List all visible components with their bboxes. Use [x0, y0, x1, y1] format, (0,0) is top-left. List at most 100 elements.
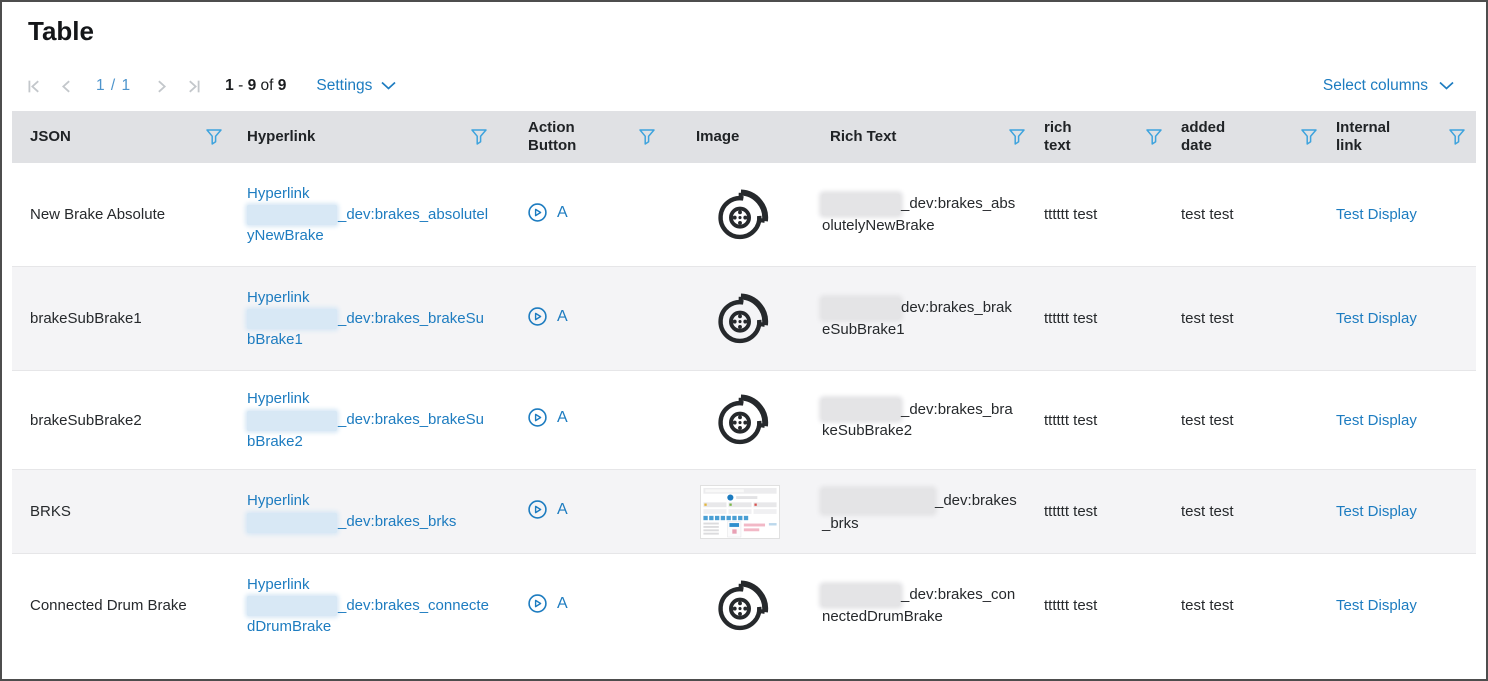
- hyperlink-cell: Hyperlink _dev:brakes_brks: [237, 490, 502, 532]
- rich-text-cell: dev:brakes_brakeSubBrake1: [810, 297, 1040, 340]
- image-cell: [670, 575, 810, 637]
- added-date-cell: test test: [1177, 204, 1332, 225]
- page-title: Table: [28, 16, 1486, 47]
- redacted-text: [822, 298, 900, 319]
- json-cell: brakeSubBrake2: [12, 410, 237, 431]
- column-header-rich-text-2: rich text: [1040, 111, 1177, 163]
- image-cell: [670, 288, 810, 350]
- column-header-image: Image: [670, 111, 810, 163]
- filter-icon[interactable]: [1448, 128, 1466, 146]
- table-toolbar: 1 / 1 1 - 9 of 9 Settings Select columns: [18, 75, 1462, 97]
- hyperlink-link[interactable]: Hyperlink _dev:brakes_brks: [247, 490, 492, 532]
- internal-link[interactable]: Test Display: [1336, 597, 1417, 614]
- screenshot-thumbnail-image: [700, 485, 780, 539]
- internal-link[interactable]: Test Display: [1336, 412, 1417, 429]
- action-button-cell: A: [502, 306, 670, 332]
- filter-icon[interactable]: [1300, 128, 1318, 146]
- hyperlink-link[interactable]: Hyperlink _dev:brakes_brakeSubBrake2: [247, 388, 492, 451]
- table-row: brakeSubBrake2 Hyperlink _dev:brakes_bra…: [12, 370, 1476, 469]
- redacted-text: [822, 194, 900, 215]
- internal-link[interactable]: Test Display: [1336, 503, 1417, 520]
- rich-text-cell: _dev:brakes_connectedDrumBrake: [810, 584, 1040, 627]
- column-header-action-button: Action Button: [502, 111, 670, 163]
- table-row: Connected Drum Brake Hyperlink _dev:brak…: [12, 553, 1476, 657]
- redacted-text: [247, 411, 337, 431]
- filter-icon[interactable]: [1145, 128, 1163, 146]
- settings-label[interactable]: Settings: [316, 77, 372, 95]
- added-date-cell: test test: [1177, 501, 1332, 522]
- internal-link[interactable]: Test Display: [1336, 310, 1417, 327]
- action-button-cell: A: [502, 499, 670, 525]
- rich-text-2-cell: tttttt test: [1040, 410, 1177, 431]
- column-header-rich-text: Rich Text: [810, 111, 1040, 163]
- action-button[interactable]: A: [528, 306, 568, 327]
- last-page-icon: [185, 78, 202, 95]
- play-circle-icon: [528, 500, 547, 519]
- internal-link-cell: Test Display: [1332, 308, 1480, 329]
- brake-disc-icon: [709, 389, 771, 451]
- rich-text-2-cell: tttttt test: [1040, 501, 1177, 522]
- image-cell: [670, 184, 810, 246]
- page-indicator: 1 / 1: [96, 77, 131, 95]
- play-circle-icon: [528, 408, 547, 427]
- redacted-text: [247, 205, 337, 225]
- data-table: JSON Hyperlink Action Button Image Rich …: [12, 111, 1476, 657]
- action-button-cell: A: [502, 593, 670, 619]
- action-button-cell: A: [502, 407, 670, 433]
- internal-link-cell: Test Display: [1332, 501, 1480, 522]
- image-cell: [670, 485, 810, 539]
- column-header-internal-link: Internal link: [1332, 111, 1480, 163]
- next-page-button[interactable]: [150, 75, 172, 97]
- filter-icon[interactable]: [638, 128, 656, 146]
- json-cell: Connected Drum Brake: [12, 595, 237, 616]
- select-columns-label[interactable]: Select columns: [1323, 77, 1428, 95]
- rich-text-cell: _dev:brakes_brks: [810, 489, 1040, 534]
- json-cell: New Brake Absolute: [12, 204, 237, 225]
- rich-text-2-cell: tttttt test: [1040, 595, 1177, 616]
- table-row: brakeSubBrake1 Hyperlink _dev:brakes_bra…: [12, 266, 1476, 370]
- filter-icon[interactable]: [1008, 128, 1026, 146]
- action-button[interactable]: A: [528, 499, 568, 520]
- action-button[interactable]: A: [528, 593, 568, 614]
- redacted-text: [822, 585, 900, 606]
- json-cell: brakeSubBrake1: [12, 308, 237, 329]
- rich-text-2-cell: tttttt test: [1040, 204, 1177, 225]
- first-page-icon: [26, 78, 43, 95]
- hyperlink-cell: Hyperlink _dev:brakes_brakeSubBrake2: [237, 388, 502, 451]
- hyperlink-link[interactable]: Hyperlink _dev:brakes_absolutelyNewBrake: [247, 183, 492, 246]
- added-date-cell: test test: [1177, 308, 1332, 329]
- redacted-text: [822, 399, 900, 420]
- filter-icon[interactable]: [470, 128, 488, 146]
- internal-link[interactable]: Test Display: [1336, 206, 1417, 223]
- chevron-right-icon: [153, 78, 170, 95]
- column-header-hyperlink: Hyperlink: [237, 111, 502, 163]
- action-button[interactable]: A: [528, 202, 568, 223]
- internal-link-cell: Test Display: [1332, 204, 1480, 225]
- internal-link-cell: Test Display: [1332, 410, 1480, 431]
- brake-disc-icon: [709, 288, 771, 350]
- select-columns-dropdown[interactable]: Select columns: [1323, 77, 1454, 95]
- table-row: BRKS Hyperlink _dev:brakes_brks A _dev:b…: [12, 469, 1476, 553]
- filter-icon[interactable]: [205, 128, 223, 146]
- table-header-row: JSON Hyperlink Action Button Image Rich …: [12, 111, 1476, 163]
- chevron-down-icon: [381, 77, 396, 95]
- last-page-button[interactable]: [182, 75, 204, 97]
- previous-page-button[interactable]: [55, 75, 77, 97]
- hyperlink-link[interactable]: Hyperlink _dev:brakes_connectedDrumBrake: [247, 574, 492, 637]
- hyperlink-cell: Hyperlink _dev:brakes_absolutelyNewBrake: [237, 183, 502, 246]
- row-range-text: 1 - 9 of 9: [225, 77, 286, 95]
- settings-dropdown[interactable]: Settings: [316, 77, 396, 95]
- play-circle-icon: [528, 594, 547, 613]
- internal-link-cell: Test Display: [1332, 595, 1480, 616]
- hyperlink-link[interactable]: Hyperlink _dev:brakes_brakeSubBrake1: [247, 287, 492, 350]
- rich-text-cell: _dev:brakes_brakeSubBrake2: [810, 399, 1040, 442]
- redacted-text: [247, 513, 337, 533]
- redacted-text: [247, 596, 337, 616]
- redacted-text: [247, 309, 337, 329]
- added-date-cell: test test: [1177, 410, 1332, 431]
- first-page-button[interactable]: [23, 75, 45, 97]
- action-button[interactable]: A: [528, 407, 568, 428]
- hyperlink-cell: Hyperlink _dev:brakes_brakeSubBrake1: [237, 287, 502, 350]
- image-cell: [670, 389, 810, 451]
- column-header-json: JSON: [12, 111, 237, 163]
